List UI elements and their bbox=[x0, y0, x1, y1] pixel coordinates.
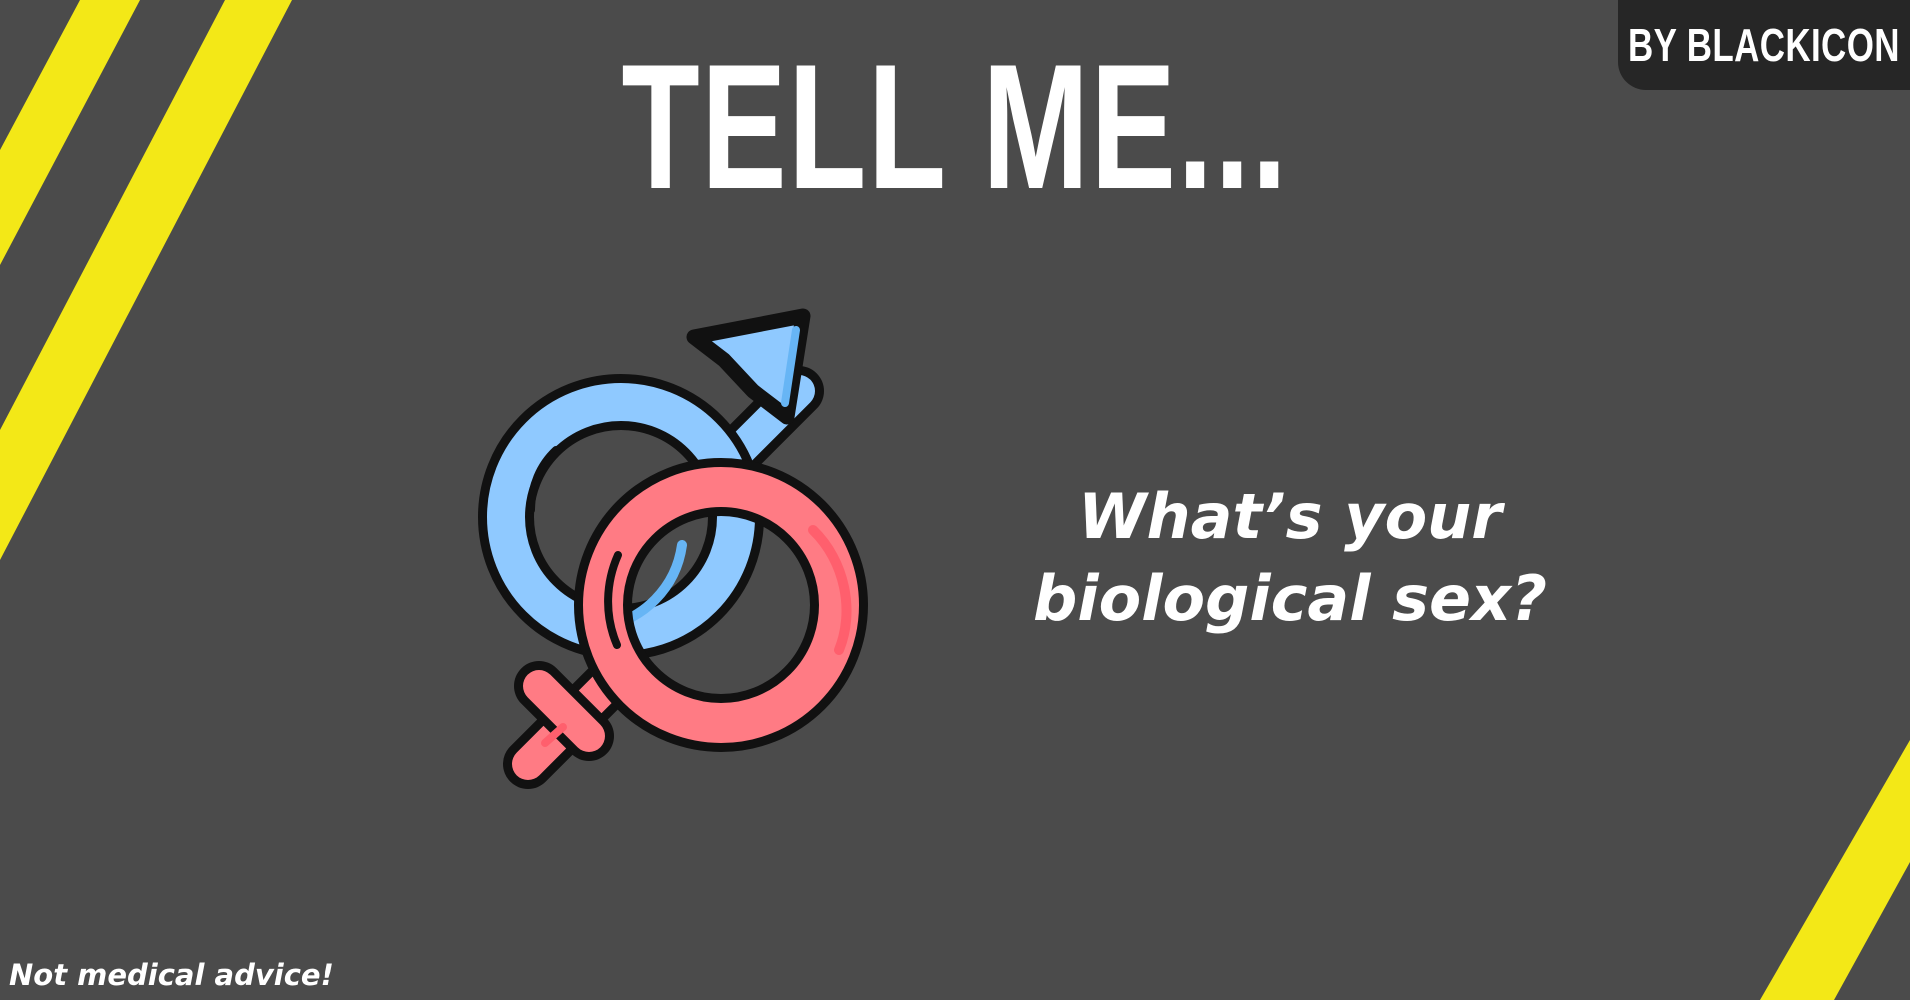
graphic-canvas: TELL ME... BY BLACKICON What’s your biol… bbox=[0, 0, 1910, 1000]
author-badge: BY BLACKICON bbox=[1618, 0, 1910, 90]
question-text: What’s your biological sex? bbox=[980, 476, 1600, 640]
gender-symbols-icon bbox=[478, 308, 868, 789]
question-line-2: biological sex? bbox=[1032, 562, 1548, 635]
page-title: TELL ME... bbox=[621, 27, 1289, 226]
disclaimer-note: Not medical advice! bbox=[9, 958, 334, 992]
bottom-right-yellow-stripe bbox=[1760, 740, 1910, 1000]
question-line-1: What’s your bbox=[1078, 480, 1502, 553]
author-badge-label: BY BLACKICON bbox=[1628, 19, 1900, 71]
